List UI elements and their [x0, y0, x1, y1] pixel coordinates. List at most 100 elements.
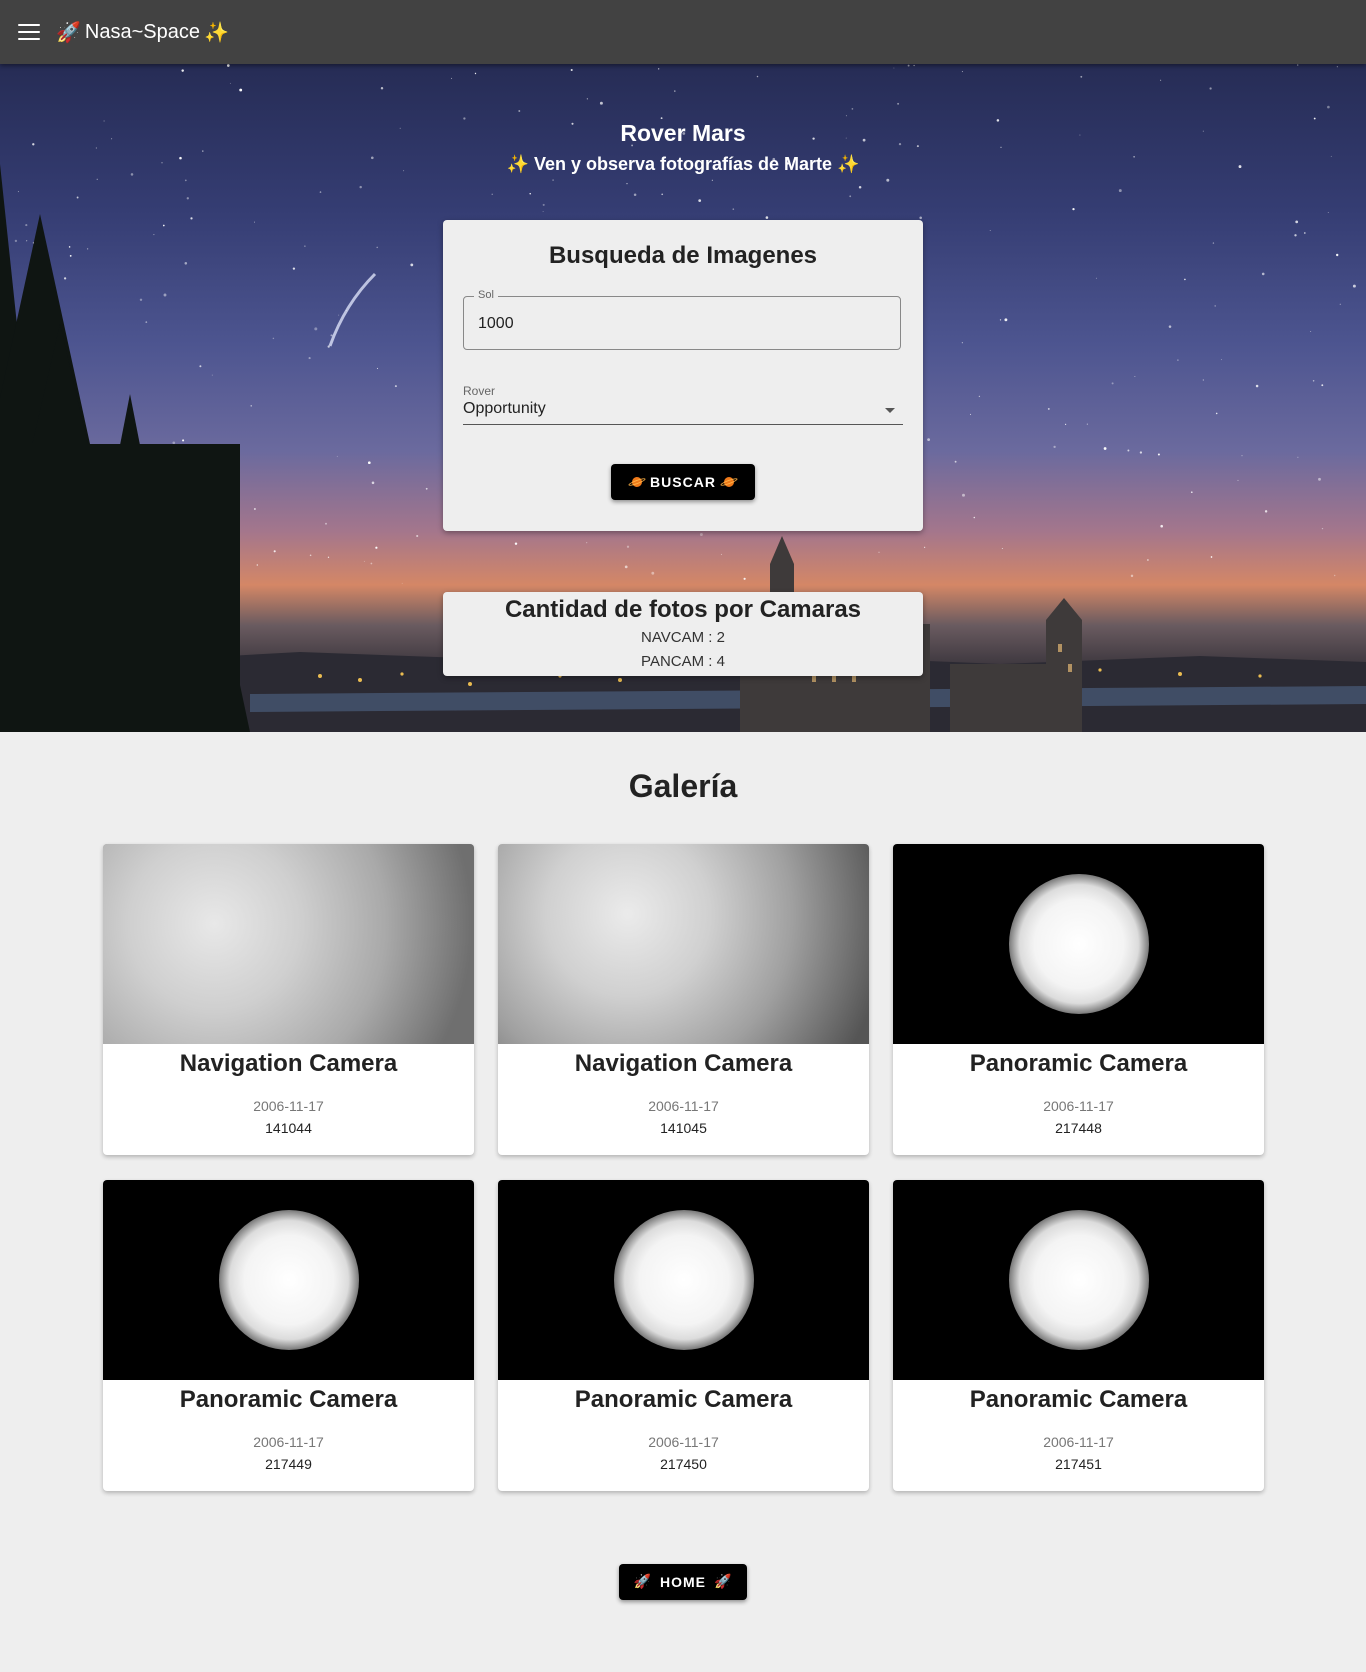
star [63, 277, 67, 280]
brand[interactable]: 🚀 Nasa~Space ✨ [56, 20, 229, 44]
rover-photo[interactable] [103, 1180, 474, 1380]
star [363, 560, 365, 562]
sol-input[interactable] [476, 314, 860, 334]
star [1215, 412, 1218, 415]
star [660, 117, 663, 120]
star [172, 441, 176, 445]
star [1321, 527, 1324, 530]
rocket-icon: 🚀 [56, 20, 81, 44]
star [661, 193, 664, 196]
star [181, 69, 184, 72]
star [401, 582, 403, 584]
star [370, 562, 373, 565]
star [732, 208, 735, 210]
photo-card[interactable]: Panoramic Camera 2006-11-17 217451 [893, 1180, 1264, 1491]
star [359, 185, 362, 189]
star [851, 108, 854, 110]
rover-select[interactable]: Opportunity [463, 398, 903, 425]
star [765, 216, 769, 219]
star [308, 357, 311, 360]
star [491, 193, 493, 195]
brand-name: Nasa~Space [84, 20, 200, 43]
star [1312, 380, 1315, 382]
buscar-button[interactable]: BUSCAR [611, 464, 755, 500]
camera-name: Panoramic Camera [179, 1386, 398, 1413]
star [919, 216, 922, 220]
search-card: Busqueda de Imagenes Sol Rover Opportuni… [443, 220, 923, 531]
app-bar: 🚀 Nasa~Space ✨ [0, 0, 1366, 64]
star [163, 293, 167, 297]
home-button[interactable]: 🚀 HOME 🚀 [619, 1564, 747, 1600]
star [1160, 524, 1163, 528]
photo-id: 141045 [660, 1120, 707, 1136]
earth-date: 2006-11-17 [1043, 1098, 1114, 1114]
star [1296, 64, 1299, 66]
rover-photo[interactable] [498, 844, 869, 1044]
star [229, 82, 231, 84]
star [199, 365, 202, 368]
star [1327, 105, 1330, 109]
star [927, 438, 931, 442]
star [226, 64, 230, 67]
star [376, 246, 378, 249]
rover-photo[interactable] [893, 1180, 1264, 1380]
star [76, 196, 79, 199]
star [1220, 359, 1222, 361]
planet-icon [723, 477, 734, 487]
photo-card[interactable]: Panoramic Camera 2006-11-17 217448 [893, 844, 1264, 1155]
star [319, 191, 322, 193]
star [1190, 491, 1193, 494]
star [96, 178, 98, 180]
star [380, 86, 384, 90]
camera-count-title: Cantidad de fotos por Camaras [504, 596, 862, 623]
star [1086, 423, 1088, 425]
star [961, 71, 963, 73]
photo-card[interactable]: Navigation Camera 2006-11-17 141044 [103, 844, 474, 1155]
star [17, 191, 19, 193]
rover-photo[interactable] [893, 844, 1264, 1044]
star [336, 455, 338, 457]
rover-photo[interactable] [498, 1180, 869, 1380]
star [1295, 220, 1299, 224]
star [570, 68, 573, 72]
star [658, 68, 660, 70]
star [1297, 456, 1299, 458]
page-title: Rover Mars [620, 120, 746, 146]
star [367, 461, 371, 465]
photo-card[interactable]: Navigation Camera 2006-11-17 141045 [498, 844, 869, 1155]
camera-name: Panoramic Camera [969, 1050, 1188, 1077]
photo-id: 141044 [265, 1120, 312, 1136]
home-label: HOME [660, 1574, 706, 1590]
star [586, 98, 588, 100]
star [1241, 455, 1243, 457]
photo-card[interactable]: Panoramic Camera 2006-11-17 217449 [103, 1180, 474, 1491]
star [1004, 318, 1008, 322]
star [1111, 382, 1114, 385]
sun-image [1008, 874, 1149, 1014]
star [1047, 407, 1050, 410]
photo-id: 217450 [660, 1456, 707, 1472]
star [1160, 79, 1162, 81]
star [69, 254, 72, 257]
star [95, 147, 97, 149]
menu-icon[interactable] [18, 24, 40, 40]
star [878, 551, 880, 553]
star [961, 342, 963, 344]
star [254, 221, 255, 223]
star [1212, 242, 1215, 244]
star [190, 217, 193, 220]
camera-count-card: Cantidad de fotos por Camaras NAVCAM : 2… [443, 592, 923, 676]
star [962, 493, 965, 497]
sol-field[interactable]: Sol [463, 289, 901, 350]
star [184, 179, 187, 182]
camera-name: Navigation Camera [574, 1050, 793, 1077]
sun-image [218, 1210, 359, 1350]
rover-value: Opportunity [463, 400, 546, 417]
star [698, 199, 702, 202]
photo-card[interactable]: Panoramic Camera 2006-11-17 217450 [498, 1180, 869, 1491]
star [586, 542, 588, 544]
star [253, 508, 256, 510]
star [1327, 211, 1329, 214]
rover-photo[interactable] [103, 844, 474, 1044]
star [1080, 75, 1083, 78]
